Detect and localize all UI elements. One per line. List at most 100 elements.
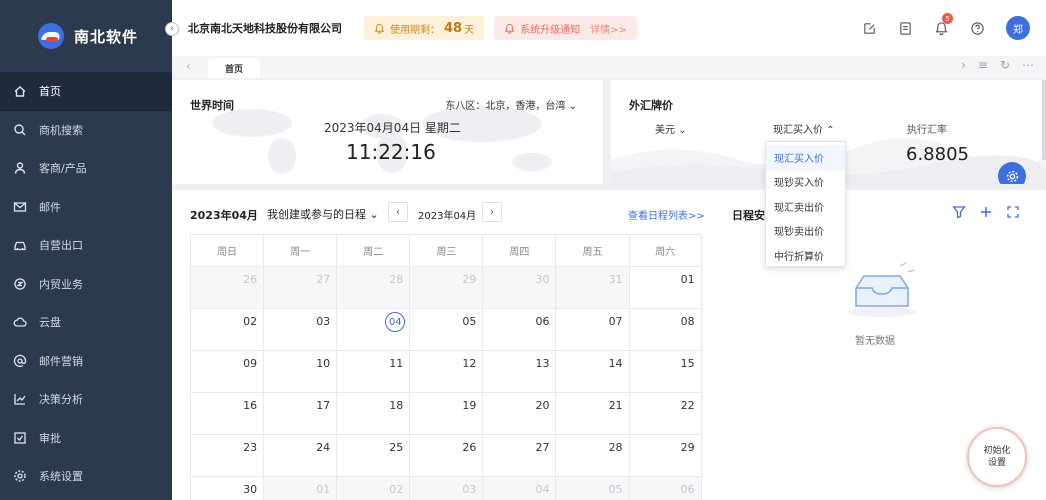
- exec-rate-value: 6.8805: [906, 144, 969, 165]
- fullscreen-button[interactable]: [1004, 203, 1022, 221]
- sidebar-item-6[interactable]: 云盘: [0, 303, 172, 342]
- calendar-day[interactable]: 03: [263, 308, 337, 350]
- filter-button[interactable]: [950, 203, 968, 221]
- calendar-day[interactable]: 01: [628, 266, 702, 308]
- trade-icon: [13, 277, 27, 291]
- calendar-day-number: 26: [462, 441, 477, 454]
- calendar-day-today[interactable]: 04: [336, 308, 410, 350]
- timezone-select[interactable]: 东八区：北京，香港，台湾 ⌄: [445, 97, 577, 112]
- sidebar-item-1[interactable]: 商机搜索: [0, 111, 172, 150]
- calendar-day[interactable]: 21: [555, 392, 629, 434]
- calendar-day[interactable]: 05: [555, 476, 629, 500]
- calendar-day[interactable]: 19: [409, 392, 483, 434]
- calendar-day[interactable]: 10: [263, 350, 337, 392]
- calendar-day[interactable]: 30: [482, 266, 556, 308]
- calendar-day[interactable]: 12: [409, 350, 483, 392]
- notifications-button[interactable]: 5: [930, 13, 953, 39]
- fx-settings-button[interactable]: [998, 162, 1026, 184]
- calendar-day[interactable]: 13: [482, 350, 556, 392]
- sidebar-item-4[interactable]: 自营出口: [0, 226, 172, 265]
- calendar-day[interactable]: 31: [555, 266, 629, 308]
- sidebar-item-2[interactable]: 客商/产品: [0, 149, 172, 188]
- calendar-day[interactable]: 14: [555, 350, 629, 392]
- user-avatar[interactable]: 郑: [1006, 16, 1030, 40]
- calendar-day-number: 25: [389, 441, 404, 454]
- tab-scroll-left-icon[interactable]: ‹: [186, 59, 191, 73]
- calendar-day[interactable]: 02: [190, 308, 264, 350]
- price-type-option[interactable]: 现钞卖出价: [766, 219, 845, 244]
- tab-home[interactable]: 首页: [208, 58, 260, 78]
- calendar-day[interactable]: 30: [190, 476, 264, 500]
- calendar-day[interactable]: 04: [482, 476, 556, 500]
- sidebar-item-3[interactable]: 邮件: [0, 188, 172, 227]
- calendar-day[interactable]: 18: [336, 392, 410, 434]
- schedule-filter-select[interactable]: 我创建或参与的日程 ⌄: [267, 206, 379, 222]
- calendar-day[interactable]: 15: [628, 350, 702, 392]
- calendar-day[interactable]: 09: [190, 350, 264, 392]
- approve-icon: [13, 431, 27, 445]
- calendar-day[interactable]: 28: [555, 434, 629, 476]
- sidebar-item-10[interactable]: 系统设置: [0, 457, 172, 496]
- app-logo[interactable]: 南北软件: [0, 0, 172, 72]
- edit-button[interactable]: [858, 17, 880, 39]
- calendar-day-number: 28: [608, 441, 623, 454]
- calendar-day[interactable]: 16: [190, 392, 264, 434]
- price-type-select[interactable]: 现汇买入价 ⌃: [773, 121, 835, 136]
- more-icon[interactable]: ⋯: [1022, 58, 1034, 72]
- help-icon: [970, 21, 984, 35]
- calendar-day[interactable]: 08: [628, 308, 702, 350]
- sidebar-item-7[interactable]: 邮件营销: [0, 342, 172, 381]
- sidebar: 南北软件 首页 商机搜索 客商/产品 邮件 自营出口 内贸业务 云盘 邮件营销 决策分析 审批 系统…: [0, 0, 172, 500]
- schedule-list-link[interactable]: 查看日程列表>>: [628, 207, 705, 222]
- calendar-day[interactable]: 02: [336, 476, 410, 500]
- init-settings-button[interactable]: 初始化 设置: [967, 427, 1027, 487]
- fx-scrollbar[interactable]: [1042, 80, 1046, 160]
- calendar-day[interactable]: 26: [190, 266, 264, 308]
- help-button[interactable]: [966, 17, 988, 39]
- notes-button[interactable]: [894, 17, 916, 39]
- calendar-day[interactable]: 28: [336, 266, 410, 308]
- sidebar-item-5[interactable]: 内贸业务: [0, 265, 172, 304]
- system-notice-badge[interactable]: 系统升级通知 详情>>: [494, 16, 637, 40]
- calendar-day[interactable]: 06: [482, 308, 556, 350]
- price-type-option[interactable]: 现汇卖出价: [766, 194, 845, 219]
- currency-select[interactable]: 美元 ⌄: [655, 121, 687, 136]
- calendar-day[interactable]: 24: [263, 434, 337, 476]
- next-month-button[interactable]: ›: [482, 202, 502, 222]
- calendar-day[interactable]: 17: [263, 392, 337, 434]
- calendar-day-number: 03: [316, 315, 331, 328]
- notice-detail-link[interactable]: 详情>>: [590, 21, 627, 36]
- price-type-option[interactable]: 现汇买入价: [766, 145, 845, 170]
- user-icon: [13, 161, 27, 175]
- tab-scroll-right-icon[interactable]: ›: [961, 58, 966, 72]
- add-schedule-button[interactable]: [977, 203, 995, 221]
- sidebar-item-0[interactable]: 首页: [0, 72, 172, 111]
- calendar-day[interactable]: 29: [628, 434, 702, 476]
- price-type-value: 现汇买入价: [773, 125, 823, 136]
- price-type-option[interactable]: 现钞买入价: [766, 170, 845, 195]
- calendar-day[interactable]: 26: [409, 434, 483, 476]
- calendar-day[interactable]: 06: [628, 476, 702, 500]
- calendar-day-number: 02: [243, 315, 258, 328]
- price-type-option[interactable]: 中行折算价: [766, 243, 845, 268]
- refresh-icon[interactable]: ↻: [1000, 58, 1010, 72]
- calendar-day[interactable]: 03: [409, 476, 483, 500]
- prev-month-button[interactable]: ‹: [388, 202, 408, 222]
- sidebar-item-9[interactable]: 审批: [0, 419, 172, 458]
- calendar-day-number: 31: [608, 273, 623, 286]
- sidebar-item-8[interactable]: 决策分析: [0, 380, 172, 419]
- calendar-day[interactable]: 11: [336, 350, 410, 392]
- calendar-day[interactable]: 29: [409, 266, 483, 308]
- calendar-day[interactable]: 01: [263, 476, 337, 500]
- calendar-day[interactable]: 27: [482, 434, 556, 476]
- calendar-day[interactable]: 25: [336, 434, 410, 476]
- calendar-day[interactable]: 22: [628, 392, 702, 434]
- calendar-day[interactable]: 05: [409, 308, 483, 350]
- calendar-day[interactable]: 07: [555, 308, 629, 350]
- calendar-day-number: 23: [243, 441, 258, 454]
- menu-icon[interactable]: ≡: [978, 58, 988, 72]
- calendar-day[interactable]: 23: [190, 434, 264, 476]
- calendar-day[interactable]: 20: [482, 392, 556, 434]
- calendar-day[interactable]: 27: [263, 266, 337, 308]
- sidebar-collapse-button[interactable]: ‹: [165, 22, 179, 36]
